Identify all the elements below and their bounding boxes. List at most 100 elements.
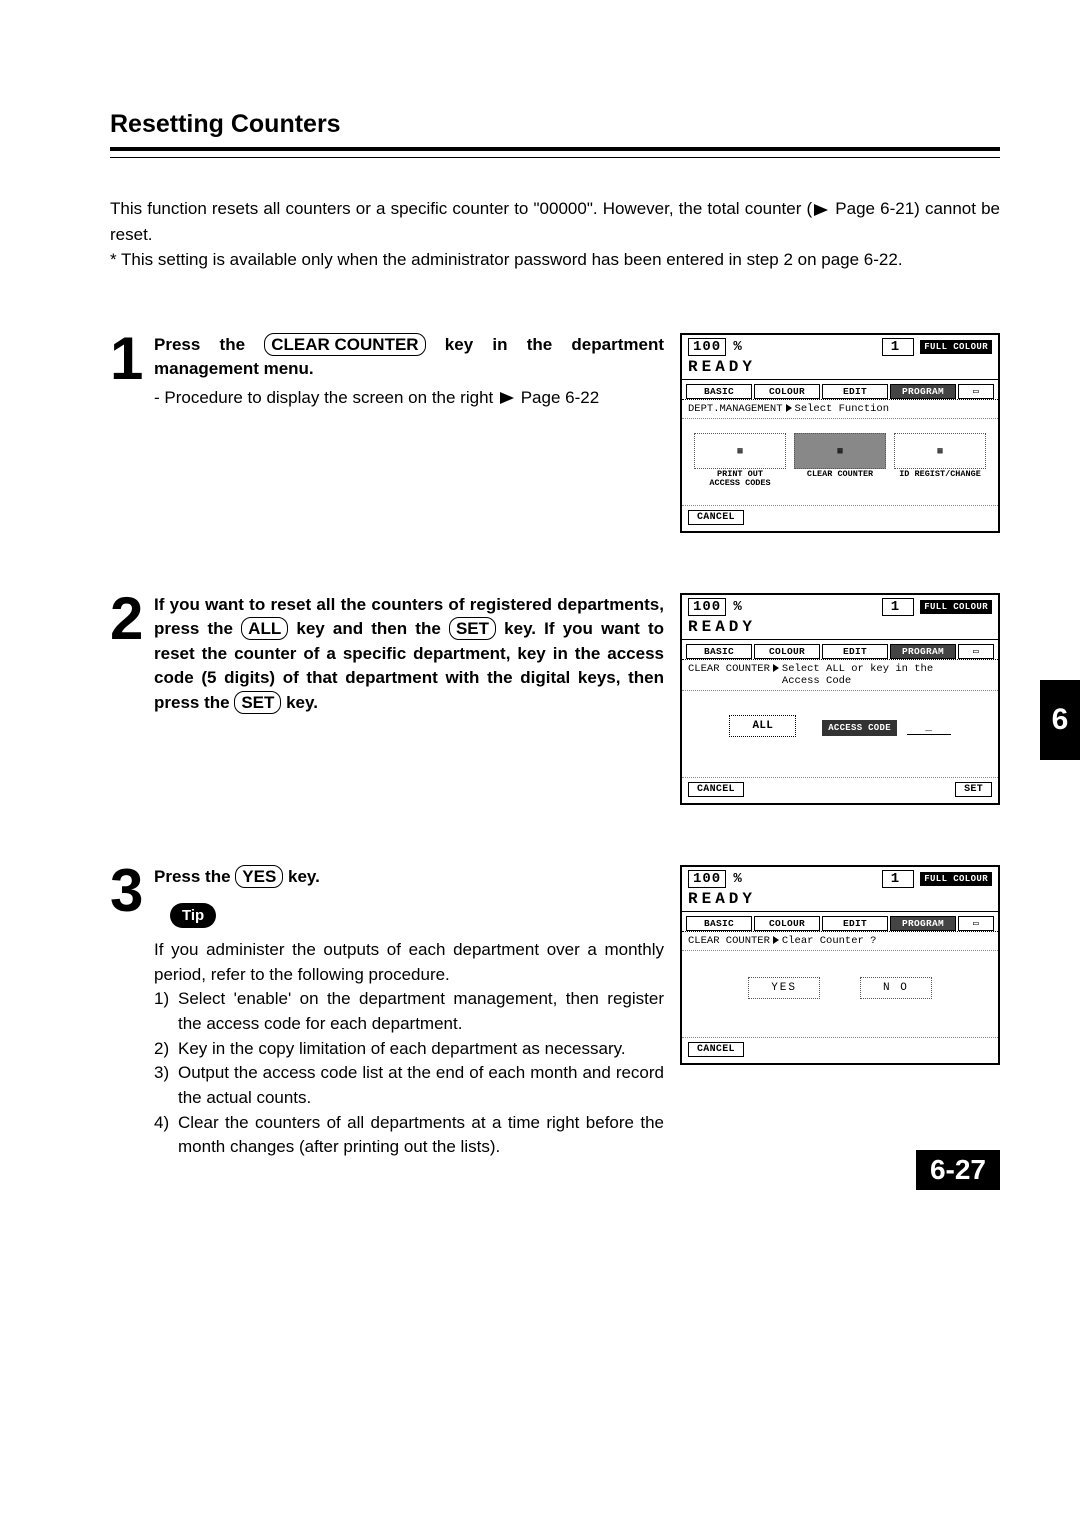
func-label: PRINT OUT ACCESS CODES [694,470,786,489]
pct-sign: % [733,339,741,355]
step2-title: If you want to reset all the counters of… [154,593,664,716]
zoom-value: 100 [688,870,726,888]
clear-counter-icon: ▦ [794,433,886,469]
clear-counter-key: CLEAR COUNTER [264,333,425,356]
func-clear-counter[interactable]: ▦ CLEAR COUNTER [794,433,886,489]
access-code-label: ACCESS CODE [822,720,897,736]
tab-program[interactable]: PROGRAM [890,916,956,931]
step1-title: Press the CLEAR COUNTER key in the depar… [154,333,664,382]
tab-colour[interactable]: COLOUR [754,384,820,399]
status-b: Select ALL or key in the Access Code [782,663,933,687]
copies-value: 1 [882,870,914,888]
tab-program[interactable]: PROGRAM [890,644,956,659]
step1-sub: - Procedure to display the screen on the… [154,388,664,408]
tab-more-icon[interactable]: ▭ [958,384,994,399]
tab-basic[interactable]: BASIC [686,384,752,399]
copies-value: 1 [882,598,914,616]
status-a: DEPT.MANAGEMENT [688,403,783,415]
title-underline [110,147,1000,158]
step-number-2: 2 [110,593,148,644]
tip-badge: Tip [170,903,216,928]
tab-edit[interactable]: EDIT [822,644,888,659]
t: key. [283,867,320,886]
tip-item: Key in the copy limitation of each depar… [178,1037,626,1062]
yes-key: YES [235,865,283,888]
step3-title: Press the YES key. [154,865,664,890]
screen-clear-counter-confirm: 100 % 1 FULL COLOUR READY BASIC COLOUR E… [680,865,1000,1065]
func-label: CLEAR COUNTER [794,470,886,479]
set-button[interactable]: SET [955,782,992,797]
tab-edit[interactable]: EDIT [822,384,888,399]
no-button[interactable]: N O [860,977,932,999]
page-title: Resetting Counters [110,110,1000,139]
t: key and then the [288,619,449,638]
tab-more-icon[interactable]: ▭ [958,644,994,659]
tab-edit[interactable]: EDIT [822,916,888,931]
status-b: Clear Counter ? [782,935,877,947]
access-code-input[interactable]: _ [907,722,951,735]
ready-label: READY [688,616,992,636]
triangle-icon [786,404,792,412]
step-number-3: 3 [110,865,148,916]
tip-intro: If you administer the outputs of each de… [154,938,664,987]
yes-button[interactable]: YES [748,977,820,999]
full-colour-badge: FULL COLOUR [920,600,992,614]
cancel-button[interactable]: CANCEL [688,510,744,525]
set-key: SET [234,691,281,714]
full-colour-badge: FULL COLOUR [920,872,992,886]
arrow-icon [814,204,828,216]
zoom-value: 100 [688,598,726,616]
all-button[interactable]: ALL [729,715,796,737]
tip-item: Clear the counters of all departments at… [178,1111,664,1160]
tip-num: 2) [154,1037,178,1062]
all-key: ALL [241,617,288,640]
tab-program[interactable]: PROGRAM [890,384,956,399]
zoom-value: 100 [688,338,726,356]
tip-text: If you administer the outputs of each de… [154,938,664,1160]
status-a: CLEAR COUNTER [688,935,770,947]
tip-num: 1) [154,987,178,1036]
screen1-status: DEPT.MANAGEMENT Select Function [682,400,998,419]
cancel-button[interactable]: CANCEL [688,782,744,797]
screen3-status: CLEAR COUNTER Clear Counter ? [682,932,998,951]
intro-text: This function resets all counters or a s… [110,196,1000,273]
status-b: Select Function [795,403,890,415]
chapter-side-tab: 6 [1040,680,1080,760]
ready-label: READY [688,888,992,908]
arrow-icon [500,392,514,404]
status-a: CLEAR COUNTER [688,663,770,675]
tab-more-icon[interactable]: ▭ [958,916,994,931]
step1-sub-pre: - Procedure to display the screen on the… [154,388,498,407]
tab-colour[interactable]: COLOUR [754,644,820,659]
triangle-icon [773,936,779,944]
tip-num: 4) [154,1111,178,1160]
tip-item: Select 'enable' on the department manage… [178,987,664,1036]
func-label: ID REGIST/CHANGE [894,470,986,479]
set-key: SET [449,617,496,640]
screen-clear-counter-select: 100 % 1 FULL COLOUR READY BASIC COLOUR E… [680,593,1000,805]
step1-sub-post: Page 6-22 [516,388,599,407]
tab-basic[interactable]: BASIC [686,644,752,659]
print-out-icon: ▦ [694,433,786,469]
pct-sign: % [733,599,741,615]
screen-dept-management: 100 % 1 FULL COLOUR READY BASIC COLOUR E… [680,333,1000,533]
ready-label: READY [688,356,992,376]
page-number: 6-27 [916,1150,1000,1190]
intro-note: * This setting is available only when th… [110,250,903,269]
t: Press the [154,867,235,886]
step1-pre: Press the [154,335,264,354]
func-print-out[interactable]: ▦ PRINT OUT ACCESS CODES [694,433,786,489]
step-number-1: 1 [110,333,148,384]
cancel-button[interactable]: CANCEL [688,1042,744,1057]
t: key. [281,693,318,712]
triangle-icon [773,664,779,672]
id-regist-icon: ▦ [894,433,986,469]
tab-basic[interactable]: BASIC [686,916,752,931]
full-colour-badge: FULL COLOUR [920,340,992,354]
func-id-regist[interactable]: ▦ ID REGIST/CHANGE [894,433,986,489]
tip-item: Output the access code list at the end o… [178,1061,664,1110]
pct-sign: % [733,871,741,887]
tab-colour[interactable]: COLOUR [754,916,820,931]
intro-line1: This function resets all counters or a s… [110,199,812,218]
screen2-status: CLEAR COUNTER Select ALL or key in the Ac… [682,660,998,691]
